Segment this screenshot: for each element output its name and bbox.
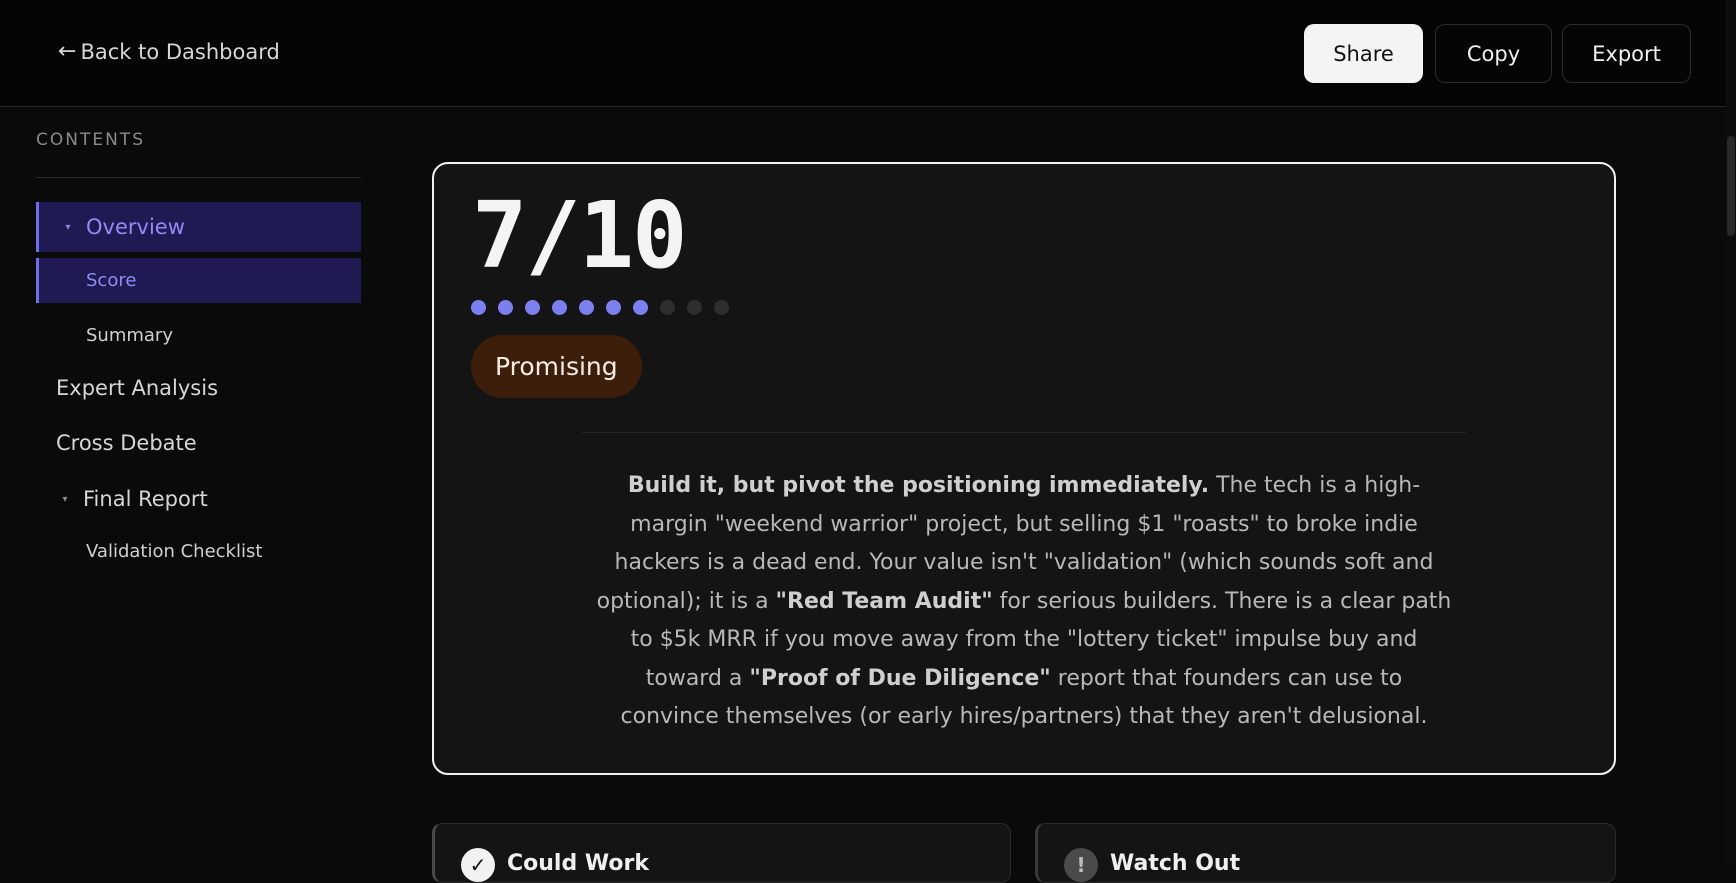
- caret-down-icon[interactable]: ▾: [53, 494, 77, 505]
- verdict-emphasis: "Proof of Due Diligence": [749, 665, 1051, 691]
- card-divider: [582, 432, 1466, 433]
- contents-heading: CONTENTS: [36, 130, 145, 150]
- rating-dot-filled: [498, 300, 513, 315]
- rating-dot-empty: [660, 300, 675, 315]
- export-button[interactable]: Export: [1562, 24, 1691, 83]
- sidebar-item-label: Cross Debate: [56, 431, 197, 455]
- rating-dot-filled: [606, 300, 621, 315]
- score-value: 7/10: [472, 182, 688, 289]
- rating-dot-filled: [471, 300, 486, 315]
- score-card: 7/10 Promising Build it, but pivot the p…: [432, 162, 1616, 775]
- rating-dot-filled: [633, 300, 648, 315]
- check-icon: ✓: [461, 848, 495, 882]
- sidebar-item-overview[interactable]: ▾ Overview: [36, 202, 361, 252]
- sidebar-item-validation-checklist[interactable]: Validation Checklist: [36, 529, 361, 573]
- sidebar-item-final-report[interactable]: ▾ Final Report: [36, 474, 361, 524]
- rating-dot-empty: [687, 300, 702, 315]
- verdict-summary: Build it, but pivot the positioning imme…: [594, 467, 1454, 737]
- sidebar-item-label: Validation Checklist: [86, 540, 263, 562]
- scrollbar-thumb[interactable]: [1727, 136, 1735, 236]
- verdict-emphasis: "Red Team Audit": [775, 588, 993, 614]
- sidebar-item-label: Expert Analysis: [56, 376, 219, 400]
- sidebar-item-expert-analysis[interactable]: Expert Analysis: [36, 363, 361, 413]
- rating-dot-empty: [714, 300, 729, 315]
- page-scrollbar[interactable]: [1726, 0, 1736, 864]
- back-link-label: Back to Dashboard: [80, 40, 280, 64]
- sidebar-item-label: Score: [86, 270, 137, 291]
- caret-down-icon[interactable]: ▾: [56, 222, 80, 233]
- status-badge: Promising: [471, 335, 642, 398]
- sidebar-item-summary[interactable]: Summary: [36, 313, 361, 357]
- sidebar-item-cross-debate[interactable]: Cross Debate: [36, 418, 361, 468]
- could-work-card: ✓ Could Work: [432, 823, 1011, 883]
- rating-dot-filled: [552, 300, 567, 315]
- copy-button[interactable]: Copy: [1435, 24, 1552, 83]
- sidebar-divider: [36, 177, 361, 178]
- sidebar-item-label: Final Report: [83, 487, 208, 511]
- sidebar-item-label: Summary: [86, 324, 173, 346]
- share-button[interactable]: Share: [1304, 24, 1423, 83]
- rating-dot-filled: [525, 300, 540, 315]
- arrow-left-icon: ←: [58, 39, 77, 64]
- verdict-lead: Build it, but pivot the positioning imme…: [627, 473, 1210, 498]
- contents-sidebar: CONTENTS ▾ Overview Score Summary Expert…: [0, 108, 380, 864]
- watch-out-card: ! Watch Out: [1035, 823, 1616, 883]
- rating-dot-filled: [579, 300, 594, 315]
- back-to-dashboard-link[interactable]: ← Back to Dashboard: [58, 40, 280, 64]
- alert-icon: !: [1064, 848, 1098, 882]
- score-rating-dots: [471, 300, 729, 315]
- sidebar-item-score[interactable]: Score: [36, 258, 361, 303]
- top-bar: ← Back to Dashboard Share Copy Export: [0, 0, 1726, 107]
- sidebar-item-label: Overview: [86, 215, 185, 239]
